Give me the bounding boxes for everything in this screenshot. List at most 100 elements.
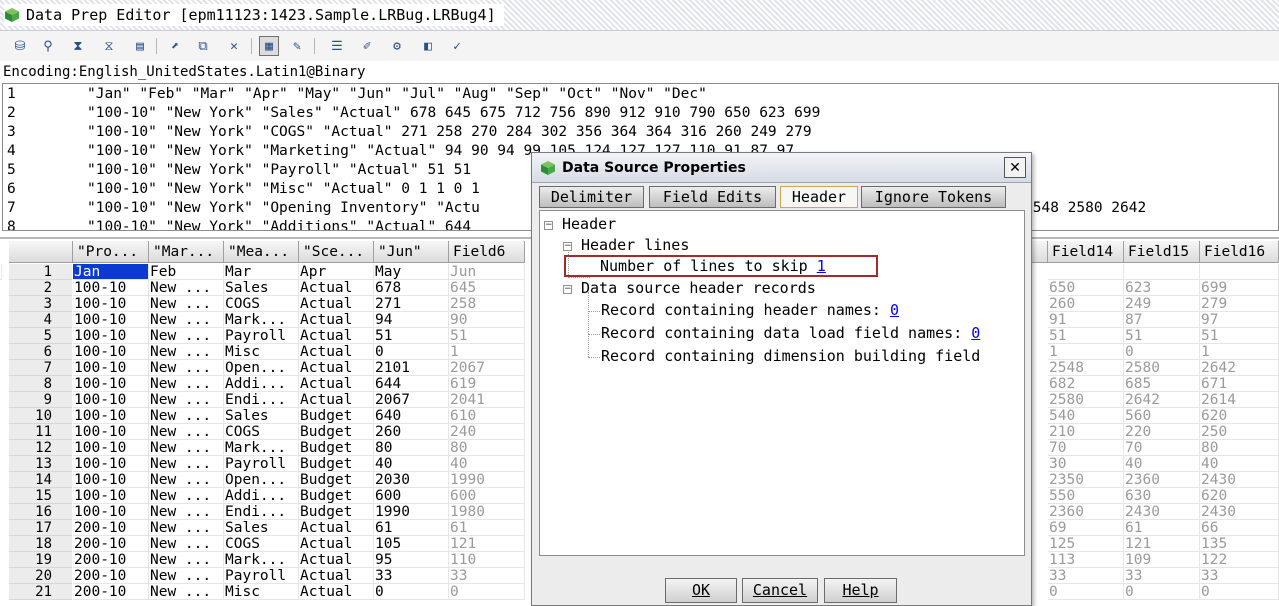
row-number[interactable]: 14 (9, 472, 72, 488)
row-number[interactable]: 4 (9, 312, 72, 328)
table-cell[interactable]: Actual (299, 312, 374, 328)
table-cell[interactable]: Mar (224, 264, 299, 280)
table-cell[interactable] (1200, 264, 1279, 280)
row-number[interactable]: 15 (9, 488, 72, 504)
table-cell[interactable]: 620 (1200, 408, 1279, 424)
table-cell[interactable]: 121 (449, 536, 525, 552)
row-number[interactable]: 2 (9, 280, 72, 296)
table-cell[interactable]: New ... (149, 440, 224, 456)
table-cell[interactable]: 0 (374, 344, 449, 360)
table-cell[interactable]: 70 (1124, 440, 1200, 456)
tab-header[interactable]: Header (780, 186, 858, 208)
table-cell[interactable]: 250 (1200, 424, 1279, 440)
table-cell[interactable]: 2350 (1048, 472, 1124, 488)
table-cell[interactable]: 0 (374, 584, 449, 600)
table-cell[interactable]: 33 (449, 568, 525, 584)
table-cell[interactable]: 623 (1124, 280, 1200, 296)
table-cell[interactable]: 40 (374, 456, 449, 472)
table-cell[interactable]: 200-10 (73, 536, 149, 552)
table-cell[interactable]: New ... (149, 488, 224, 504)
row-number[interactable]: 16 (9, 504, 72, 520)
table-cell[interactable]: Actual (299, 552, 374, 568)
table-cell[interactable]: 0 (1124, 344, 1200, 360)
table-cell[interactable]: 100-10 (73, 504, 149, 520)
table-cell[interactable]: New ... (149, 456, 224, 472)
table-cell[interactable]: 0 (1124, 584, 1200, 600)
delete-fields-icon[interactable]: ✕ (224, 36, 244, 56)
tree-node-header-records[interactable]: Data source header records (581, 278, 816, 298)
tab-ignore-tokens[interactable]: Ignore Tokens (861, 186, 1006, 208)
table-cell[interactable]: 240 (449, 424, 525, 440)
table-cell[interactable]: 200-10 (73, 520, 149, 536)
table-cell[interactable]: 100-10 (73, 376, 149, 392)
table-cell[interactable]: 2642 (1200, 360, 1279, 376)
properties-edit-icon[interactable]: ✎ (287, 36, 307, 56)
table-cell[interactable]: 249 (1124, 296, 1200, 312)
table-cell[interactable]: 2430 (1200, 472, 1279, 488)
table-cell[interactable] (1124, 264, 1200, 280)
table-cell[interactable]: 80 (1200, 440, 1279, 456)
table-cell[interactable]: 682 (1048, 376, 1124, 392)
table-cell[interactable]: 1 (1200, 344, 1279, 360)
dimension-icon[interactable]: ⛁ (10, 36, 30, 56)
row-number[interactable]: 9 (9, 392, 72, 408)
table-cell[interactable]: Actual (299, 536, 374, 552)
table-cell[interactable]: Budget (299, 504, 374, 520)
table-cell[interactable]: 33 (1200, 568, 1279, 584)
table-icon[interactable]: ▤ (130, 36, 150, 56)
table-cell[interactable]: 200-10 (73, 568, 149, 584)
horizontal-scrollbar[interactable]: ◀ ▶ (540, 555, 1024, 556)
table-cell[interactable]: Open... (224, 472, 299, 488)
table-cell[interactable]: 100-10 (73, 440, 149, 456)
table-cell[interactable]: Payroll (224, 456, 299, 472)
column-header[interactable]: "Pro... (73, 241, 149, 263)
tree-node-header[interactable]: Header (562, 214, 616, 234)
load-field-names-value[interactable]: 0 (971, 324, 980, 342)
table-cell[interactable]: 125 (1048, 536, 1124, 552)
table-cell[interactable]: 61 (374, 520, 449, 536)
table-cell[interactable]: Misc (224, 344, 299, 360)
table-cell[interactable]: 640 (374, 408, 449, 424)
table-cell[interactable]: 100-10 (73, 280, 149, 296)
table-cell[interactable]: 610 (449, 408, 525, 424)
table-cell[interactable]: New ... (149, 536, 224, 552)
table-cell[interactable]: New ... (149, 344, 224, 360)
table-cell[interactable]: New ... (149, 360, 224, 376)
table-cell[interactable]: Addi... (224, 488, 299, 504)
tree-node-header-lines[interactable]: Header lines (581, 235, 689, 255)
table-cell[interactable]: 87 (1124, 312, 1200, 328)
table-cell[interactable]: 90 (449, 312, 525, 328)
table-cell[interactable]: 30 (1048, 456, 1124, 472)
field-properties-icon[interactable]: ⬈ (165, 36, 185, 56)
table-cell[interactable]: Actual (299, 584, 374, 600)
table-cell[interactable]: Mark... (224, 440, 299, 456)
table-cell[interactable]: Payroll (224, 568, 299, 584)
table-cell[interactable]: 560 (1124, 408, 1200, 424)
search-icon[interactable]: ⚙ (387, 36, 407, 56)
tree-node-header-names[interactable]: Record containing header names: 0 (601, 300, 899, 320)
table-cell[interactable]: New ... (149, 472, 224, 488)
table-cell[interactable]: 200-10 (73, 552, 149, 568)
table-cell[interactable]: Actual (299, 296, 374, 312)
table-cell[interactable]: 220 (1124, 424, 1200, 440)
table-cell[interactable]: 279 (1200, 296, 1279, 312)
table-cell[interactable]: 109 (1124, 552, 1200, 568)
column-header[interactable]: Field15 (1124, 241, 1200, 263)
collapse-icon[interactable]: − (544, 221, 553, 230)
table-cell[interactable]: 33 (1048, 568, 1124, 584)
cancel-button[interactable]: Cancel (742, 578, 818, 603)
table-cell[interactable]: New ... (149, 504, 224, 520)
table-cell[interactable]: Endi... (224, 392, 299, 408)
table-cell[interactable]: New ... (149, 376, 224, 392)
table-cell[interactable]: Sales (224, 280, 299, 296)
table-cell[interactable]: Open... (224, 360, 299, 376)
table-cell[interactable]: 260 (1048, 296, 1124, 312)
table-cell[interactable]: Budget (299, 440, 374, 456)
table-cell[interactable]: 2030 (374, 472, 449, 488)
tab-delimiter[interactable]: Delimiter (539, 186, 644, 208)
table-cell[interactable]: 644 (374, 376, 449, 392)
table-cell[interactable]: 2548 (1048, 360, 1124, 376)
table-cell[interactable]: New ... (149, 424, 224, 440)
header-names-value[interactable]: 0 (890, 301, 899, 319)
column-header[interactable]: Field16 (1200, 241, 1279, 263)
